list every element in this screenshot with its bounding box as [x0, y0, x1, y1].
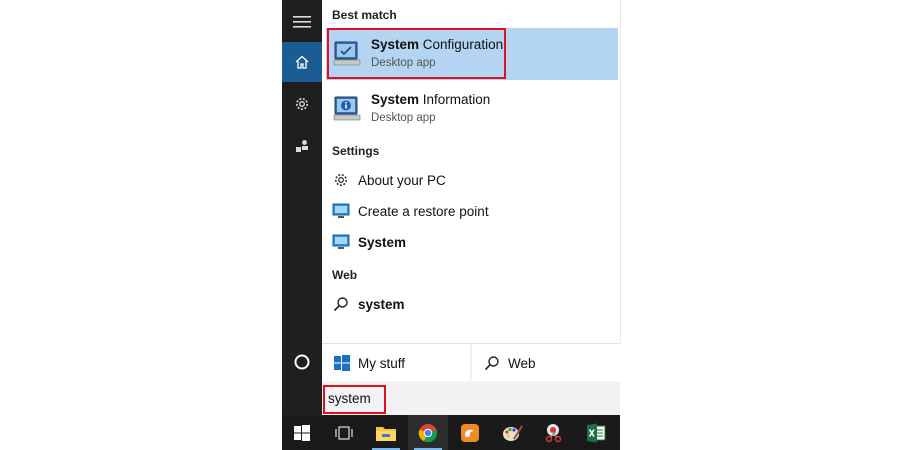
- paint-palette-icon: [503, 424, 523, 441]
- feedback-icon: [296, 140, 308, 152]
- taskbar-paint[interactable]: [492, 415, 532, 450]
- my-stuff-label: My stuff: [358, 355, 406, 371]
- hamburger-icon: [293, 16, 311, 28]
- setting-label: About your PC: [358, 172, 446, 188]
- web-header: Web: [332, 268, 358, 282]
- snipping-tool-icon: [545, 423, 562, 442]
- taskbar-excel[interactable]: [576, 415, 616, 450]
- web-result-system[interactable]: system: [326, 290, 618, 318]
- system-information-app-icon: [333, 96, 361, 121]
- feedback-button[interactable]: [282, 126, 322, 166]
- task-view-icon: [335, 425, 353, 440]
- taskbar-snipping-tool[interactable]: [534, 415, 574, 450]
- highlight-box-system-configuration: [327, 28, 506, 79]
- home-icon: [295, 55, 309, 69]
- best-match-header: Best match: [332, 8, 397, 22]
- folder-icon: [376, 426, 396, 441]
- windows-logo-icon: [334, 355, 350, 371]
- taskbar-file-explorer[interactable]: [366, 415, 406, 450]
- setting-label: Create a restore point: [358, 203, 489, 219]
- taskbar-uc-browser[interactable]: [450, 415, 490, 450]
- settings-header: Settings: [332, 144, 380, 158]
- uc-browser-icon: [461, 423, 479, 442]
- search-icon: [330, 293, 352, 315]
- start-menu: Best match System Configuration Desktop …: [282, 0, 621, 415]
- excel-icon: [587, 423, 606, 442]
- taskbar: [282, 415, 620, 450]
- hamburger-menu-button[interactable]: [282, 2, 322, 42]
- home-button[interactable]: [282, 42, 322, 82]
- cortana-circle-icon: [294, 354, 310, 370]
- monitor-icon: [330, 231, 352, 253]
- result-subtitle: Desktop app: [371, 112, 436, 124]
- setting-create-restore-point[interactable]: Create a restore point: [326, 197, 618, 225]
- settings-button[interactable]: [282, 84, 322, 124]
- gear-icon: [296, 98, 308, 110]
- monitor-icon: [330, 200, 352, 222]
- web-filter-label: Web: [508, 355, 536, 371]
- start-button[interactable]: [282, 415, 322, 450]
- gear-icon: [330, 169, 352, 191]
- setting-system[interactable]: System: [326, 228, 618, 256]
- result-system-information[interactable]: System Information Desktop app: [326, 83, 618, 135]
- search-icon: [484, 356, 499, 371]
- setting-about-your-pc[interactable]: About your PC: [326, 166, 618, 194]
- task-view-button[interactable]: [324, 415, 364, 450]
- web-filter-button[interactable]: Web: [472, 344, 620, 382]
- windows-logo-icon: [294, 424, 310, 441]
- search-filter-bar: My stuff Web: [322, 343, 620, 382]
- my-stuff-button[interactable]: My stuff: [322, 344, 470, 382]
- highlight-box-search-input: [323, 385, 386, 414]
- web-result-label: system: [358, 296, 405, 312]
- taskbar-chrome[interactable]: [408, 415, 448, 450]
- left-rail: [282, 0, 322, 415]
- result-title: System Information: [371, 92, 491, 107]
- cortana-button[interactable]: [282, 342, 322, 382]
- chrome-icon: [418, 423, 438, 442]
- setting-label: System: [358, 234, 407, 250]
